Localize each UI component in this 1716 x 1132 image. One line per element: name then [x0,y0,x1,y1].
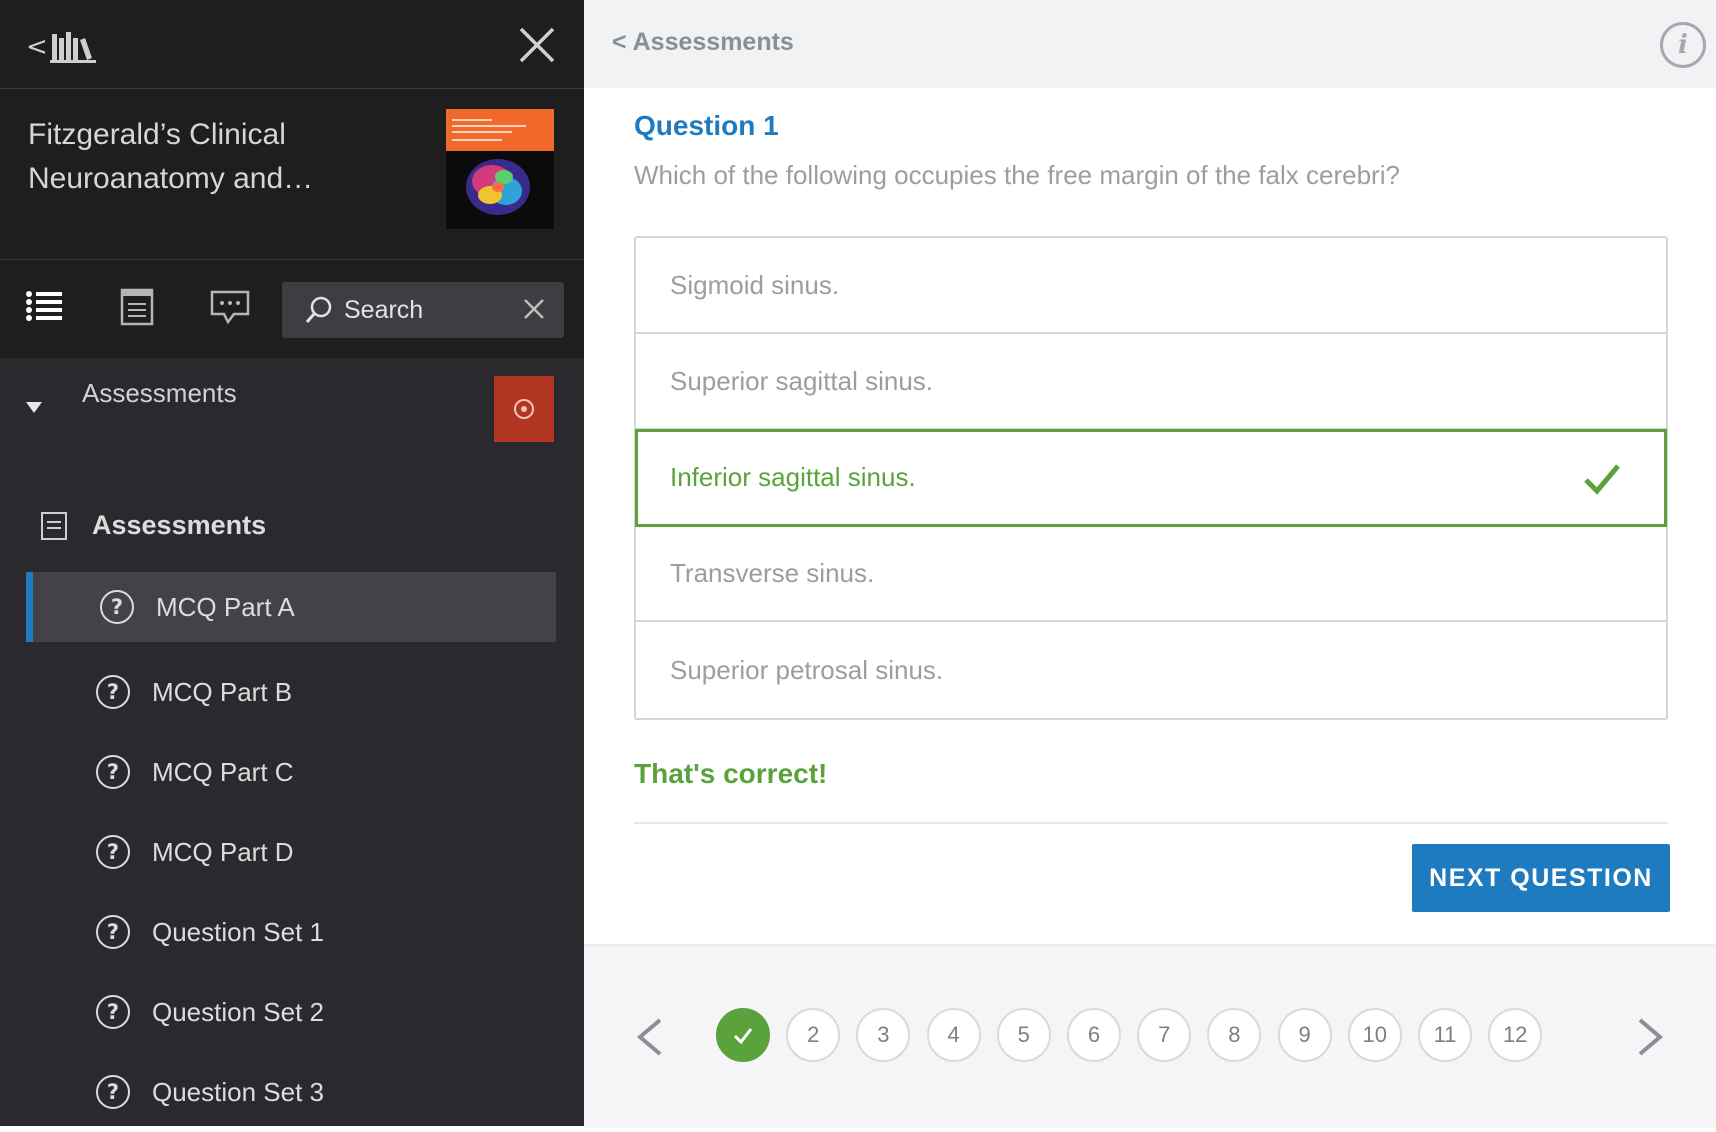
sidebar-item-mcq-part-b[interactable]: ? MCQ Part B [26,652,556,732]
sidebar-item-mcq-part-d[interactable]: ? MCQ Part D [26,812,556,892]
library-icon [49,32,96,63]
book-cover-image[interactable] [446,109,554,229]
library-back-button[interactable]: < [26,30,102,64]
section-label: Assessments [82,378,237,408]
feedback-message: That's correct! [634,758,828,789]
sidebar-item-label: MCQ Part C [152,756,294,787]
question-text: Which of the following occupies the free… [634,160,1400,190]
info-icon[interactable]: i [1660,22,1706,68]
answer-option[interactable]: Superior petrosal sinus. [636,622,1666,718]
pager-dot-12[interactable]: 12 [1488,1008,1543,1062]
answer-option[interactable]: Superior sagittal sinus. [636,334,1666,430]
divider [634,822,1668,824]
pager-dot-10[interactable]: 10 [1347,1008,1402,1062]
question-icon: ? [96,755,130,789]
comments-icon[interactable] [210,290,250,326]
assessment-list: ? MCQ Part A? MCQ Part B? MCQ Part C? MCQ Pa… [26,572,556,1132]
checkmark-icon [733,1028,753,1045]
caret-down-icon[interactable] [26,402,42,413]
answer-option[interactable]: Sigmoid sinus. [636,238,1666,334]
sidebar-item-label: Question Set 1 [152,916,324,947]
sidebar-item-question-set-3[interactable]: ? Question Set 3 [26,1052,556,1132]
search-input[interactable]: Search [282,282,564,338]
pager-dot-3[interactable]: 3 [856,1008,911,1062]
main-panel: < Assessments i Question 1 Which of the … [584,0,1716,1128]
question-pager: 2 3 4 5 6 7 8 9 10 11 12 [584,944,1716,1128]
book-header: Fitzgerald’s Clinical Neuroanatomy and… [0,89,584,260]
toc-list-icon[interactable] [26,290,62,322]
question-icon: ? [96,835,130,869]
question-title: Question 1 [634,110,779,141]
pager-dot-8[interactable]: 8 [1207,1008,1262,1062]
pager-dot-1[interactable] [716,1008,770,1062]
answer-option[interactable]: Inferior sagittal sinus. [635,429,1667,527]
chevron-left-icon: < [26,32,48,62]
pager-dots: 2 3 4 5 6 7 8 9 10 11 12 [716,946,1616,1128]
question-icon: ? [100,590,134,624]
sidebar-item-mcq-part-c[interactable]: ? MCQ Part C [26,732,556,812]
answer-option-label: Transverse sinus. [670,557,875,588]
sidebar: < Fitzgerald’s Clinical Neuroanatomy and… [0,0,584,1126]
pager-dot-2[interactable]: 2 [786,1008,841,1062]
prev-arrow-icon[interactable] [634,1014,666,1060]
answer-option-label: Sigmoid sinus. [670,269,840,300]
question-icon: ? [96,915,130,949]
help-icon [514,399,534,419]
question-icon: ? [96,995,130,1029]
answer-option-label: Superior sagittal sinus. [670,365,934,396]
next-arrow-icon[interactable] [1634,1014,1666,1060]
question-icon: ? [96,1075,130,1109]
assessments-heading[interactable]: Assessments [40,510,266,541]
answer-option-label: Superior petrosal sinus. [670,654,944,685]
sidebar-item-question-set-1[interactable]: ? Question Set 1 [26,892,556,972]
sidebar-item-label: MCQ Part B [152,676,293,707]
pager-dot-4[interactable]: 4 [926,1008,981,1062]
book-title[interactable]: Fitzgerald’s Clinical Neuroanatomy and… [28,113,388,201]
clear-icon[interactable] [522,297,546,321]
answer-option-label: Inferior sagittal sinus. [670,461,916,492]
answer-option[interactable]: Transverse sinus. [636,526,1666,622]
question-icon: ? [96,675,130,709]
section-row-assessments[interactable]: Assessments [0,358,584,468]
answer-options: Sigmoid sinus. Superior sagittal sinus. In… [634,236,1668,720]
top-bar: < Assessments i [584,0,1716,88]
pager-dot-5[interactable]: 5 [996,1008,1051,1062]
assessments-heading-label: Assessments [92,510,267,540]
brain-image [466,159,530,215]
pager-dot-7[interactable]: 7 [1137,1008,1192,1062]
sidebar-item-mcq-part-a[interactable]: ? MCQ Part A [26,572,556,642]
back-to-assessments-link[interactable]: < Assessments [612,28,794,57]
pager-dot-11[interactable]: 11 [1418,1008,1472,1062]
notes-icon[interactable] [120,288,154,326]
sidebar-item-label: Question Set 2 [152,996,324,1027]
sidebar-header: < [0,0,584,89]
search-icon [305,296,332,323]
help-button[interactable] [494,376,554,442]
checkmark-icon [1584,464,1620,495]
sidebar-item-label: Question Set 3 [152,1076,324,1107]
next-question-button[interactable]: NEXT QUESTION [1412,844,1670,912]
sidebar-item-question-set-2[interactable]: ? Question Set 2 [26,972,556,1052]
search-label: Search [344,295,424,324]
pager-dot-9[interactable]: 9 [1277,1008,1332,1062]
sidebar-item-label: MCQ Part A [156,591,295,622]
close-icon[interactable] [518,26,556,64]
sidebar-item-label: MCQ Part D [152,836,294,867]
document-icon [41,511,67,540]
pager-dot-6[interactable]: 6 [1067,1008,1121,1062]
